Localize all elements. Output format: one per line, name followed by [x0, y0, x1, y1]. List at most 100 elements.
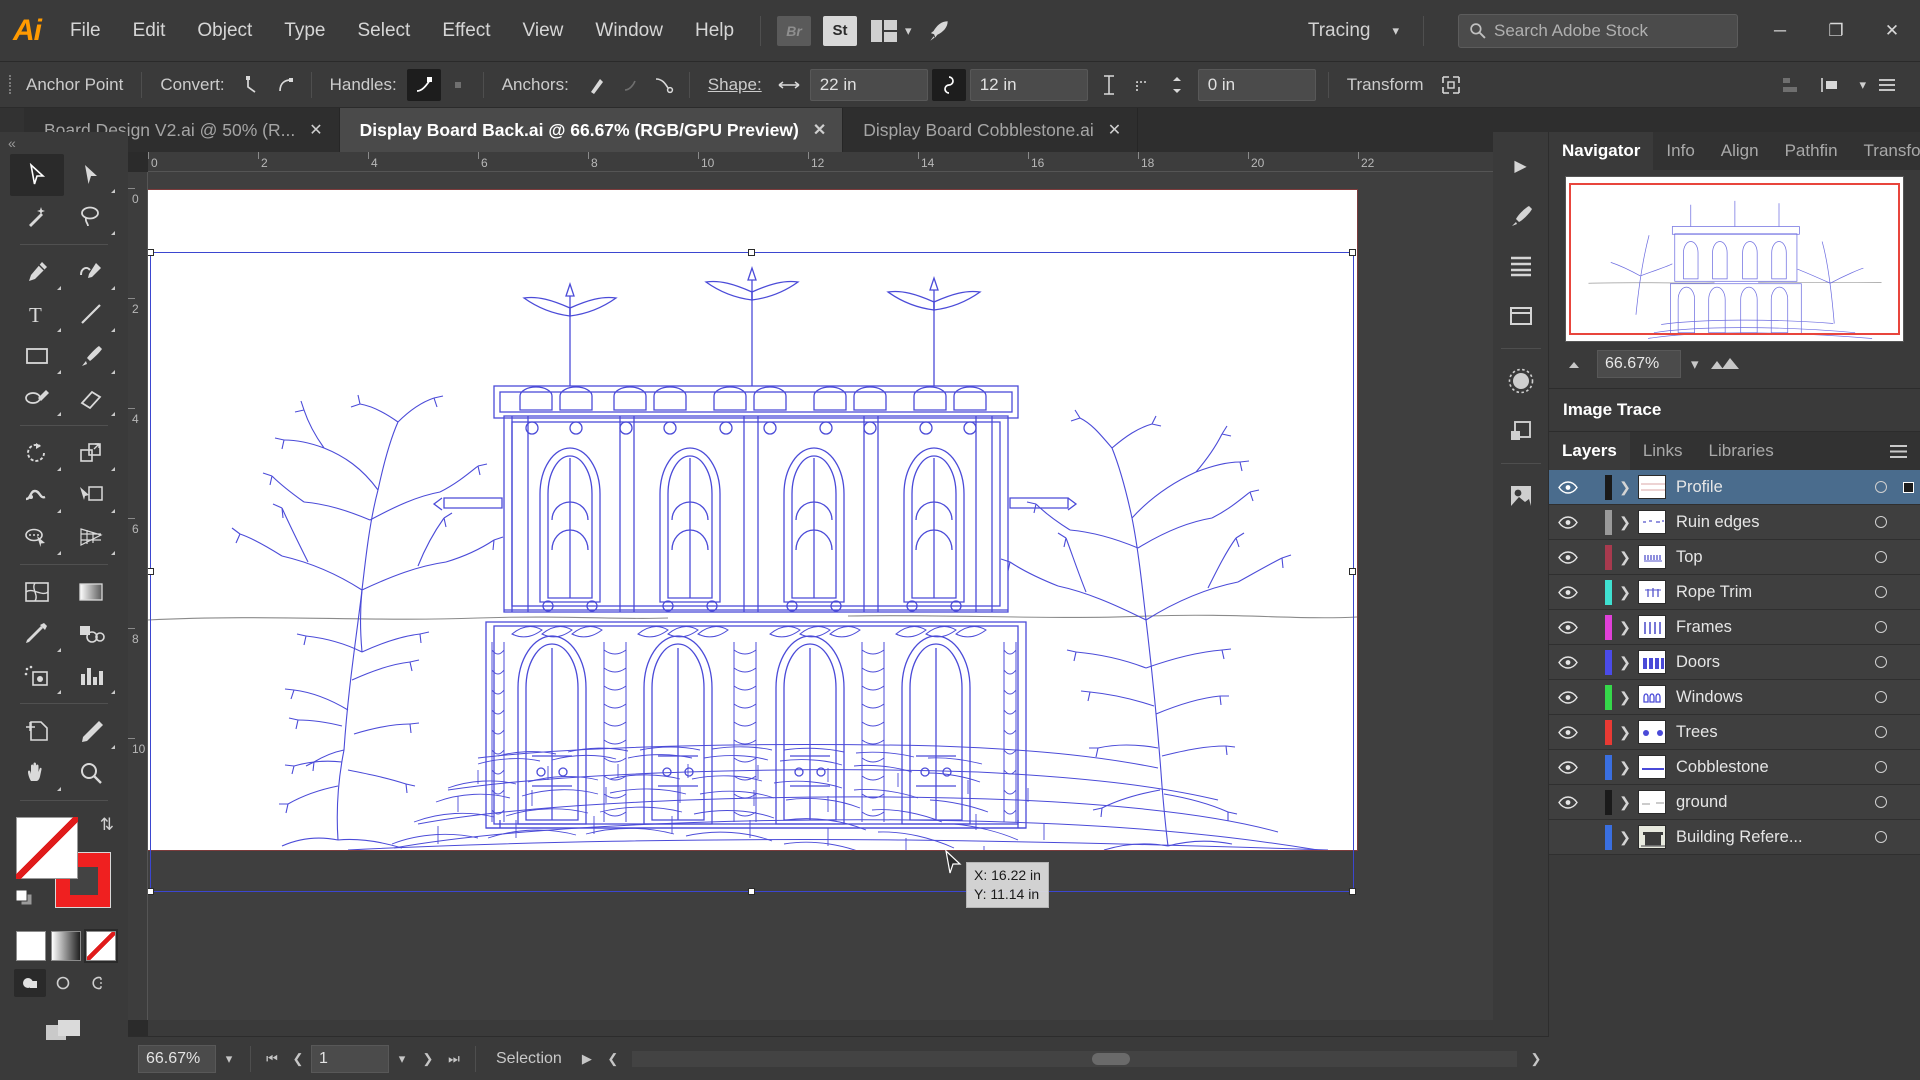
navigator-zoom-input[interactable]: 66.67% [1597, 350, 1681, 378]
close-icon[interactable]: ✕ [309, 120, 322, 140]
artboards-panel-icon[interactable] [1497, 292, 1545, 340]
magic-wand-tool[interactable] [10, 196, 64, 238]
stroke-panel-icon[interactable] [1497, 357, 1545, 405]
screen-mode-button[interactable] [0, 997, 128, 1049]
menu-edit[interactable]: Edit [117, 0, 182, 62]
vertical-ruler[interactable]: 0 2 4 6 8 10 [128, 172, 148, 1020]
line-segment-tool[interactable] [64, 293, 118, 335]
expand-chevron-icon[interactable]: ❯ [1612, 794, 1638, 811]
horizontal-ruler[interactable]: 0 2 4 6 8 10 12 14 16 18 20 22 [148, 152, 1533, 172]
artboard-dropdown-icon[interactable]: ▾ [389, 1045, 415, 1073]
rotate-tool[interactable] [10, 432, 64, 474]
selection-indicator[interactable] [1896, 481, 1920, 493]
artboard-number-input[interactable]: 1 [311, 1044, 389, 1073]
layer-name[interactable]: Doors [1676, 653, 1866, 672]
corner-stepper-icon[interactable] [1160, 69, 1194, 101]
workspace-switcher[interactable]: Tracing ▾ [1308, 15, 1442, 46]
stock-search-input[interactable]: Search Adobe Stock [1458, 13, 1738, 48]
expand-chevron-icon[interactable]: ❯ [1612, 584, 1638, 601]
lasso-tool[interactable] [64, 196, 118, 238]
zoom-out-icon[interactable] [1565, 357, 1587, 371]
pathfinder-panel-icon[interactable] [1497, 407, 1545, 455]
layer-row-ground[interactable]: ❯ ground [1549, 785, 1920, 820]
chevron-down-icon[interactable]: ▾ [1859, 77, 1866, 93]
layer-row-top[interactable]: ❯ Top [1549, 540, 1920, 575]
hide-handles-icon[interactable] [441, 69, 475, 101]
eye-icon[interactable] [1549, 655, 1587, 669]
symbols-panel-icon[interactable] [1497, 242, 1545, 290]
color-fill-button[interactable] [16, 931, 46, 961]
target-indicator[interactable] [1866, 796, 1896, 808]
selection-bounding-box[interactable] [150, 252, 1354, 892]
navigator-thumbnail[interactable] [1565, 176, 1904, 342]
tab-layers[interactable]: Layers [1549, 432, 1630, 470]
expand-chevron-icon[interactable]: ❯ [1612, 514, 1638, 531]
scrollbar-thumb[interactable] [1092, 1052, 1131, 1065]
hand-tool[interactable] [10, 752, 64, 794]
layer-row-windows[interactable]: ❯ Windows [1549, 680, 1920, 715]
arrange-documents-button[interactable]: ▾ [871, 19, 912, 42]
layer-name[interactable]: ground [1676, 793, 1866, 812]
draw-behind-icon[interactable] [48, 969, 80, 997]
eye-icon[interactable] [1549, 480, 1587, 494]
target-indicator[interactable] [1866, 551, 1896, 563]
eye-icon[interactable] [1549, 760, 1587, 774]
corner-radius-input[interactable]: 0 in [1197, 68, 1316, 101]
expand-chevron-icon[interactable]: ❯ [1612, 829, 1638, 846]
zoom-level-input[interactable]: 66.67% [138, 1044, 216, 1073]
menu-view[interactable]: View [507, 0, 580, 62]
menu-object[interactable]: Object [181, 0, 268, 62]
symbol-sprayer-tool[interactable] [10, 655, 64, 697]
scroll-left-button[interactable]: ❮ [600, 1045, 626, 1073]
swap-fill-stroke-icon[interactable]: ⇅ [100, 815, 114, 835]
last-artboard-button[interactable]: ⏭ [441, 1045, 467, 1073]
convert-to-smooth-icon[interactable] [269, 69, 303, 101]
layer-name[interactable]: Top [1676, 548, 1866, 567]
layer-name[interactable]: Rope Trim [1676, 583, 1866, 602]
selection-handle-tr[interactable] [1349, 249, 1356, 256]
stock-icon[interactable]: St [823, 15, 858, 46]
curvature-tool[interactable] [64, 251, 118, 293]
artboard-scroll-region[interactable]: X: 16.22 in Y: 11.14 in [148, 172, 1533, 1020]
distribute-icon[interactable] [1813, 69, 1847, 101]
artboard[interactable]: X: 16.22 in Y: 11.14 in [148, 190, 1357, 908]
zoom-dropdown-icon[interactable]: ▾ [216, 1045, 242, 1073]
zoom-in-icon[interactable] [1709, 356, 1743, 372]
first-artboard-button[interactable]: ⏮ [259, 1045, 285, 1073]
selection-handle-tc[interactable] [748, 249, 755, 256]
selection-handle-mr[interactable] [1349, 568, 1356, 575]
link-proportions-icon[interactable] [931, 68, 966, 101]
eye-icon[interactable] [1549, 550, 1587, 564]
corner-type-icon[interactable] [1126, 69, 1160, 101]
layer-row-cobblestone[interactable]: ❯ Cobblestone [1549, 750, 1920, 785]
layer-row-building-reference[interactable]: ❯ Building Refere... [1549, 820, 1920, 855]
layer-name[interactable]: Ruin edges [1676, 513, 1866, 532]
target-indicator[interactable] [1866, 481, 1896, 493]
gradient-fill-button[interactable] [51, 931, 81, 961]
close-icon[interactable]: ✕ [1108, 120, 1121, 140]
zoom-tool[interactable] [64, 752, 118, 794]
menu-window[interactable]: Window [579, 0, 679, 62]
shape-height-input[interactable]: 12 in [969, 68, 1088, 101]
eye-icon[interactable] [1549, 690, 1587, 704]
eye-icon[interactable] [1549, 585, 1587, 599]
rectangle-tool[interactable] [10, 335, 64, 377]
status-menu-icon[interactable]: ▶ [574, 1045, 600, 1073]
selection-handle-bc[interactable] [748, 888, 755, 895]
layer-row-trees[interactable]: ❯ Trees [1549, 715, 1920, 750]
eraser-tool[interactable] [64, 377, 118, 419]
scale-tool[interactable] [64, 432, 118, 474]
tab-align[interactable]: Align [1708, 132, 1772, 170]
close-icon[interactable]: ✕ [813, 120, 826, 140]
free-transform-tool[interactable] [64, 474, 118, 516]
selection-handle-tl[interactable] [148, 249, 154, 256]
previous-artboard-button[interactable]: ❮ [285, 1045, 311, 1073]
menu-type[interactable]: Type [268, 0, 341, 62]
transform-button[interactable]: Transform [1337, 75, 1434, 95]
gradient-tool[interactable] [64, 571, 118, 613]
layer-name[interactable]: Profile [1676, 478, 1866, 497]
target-indicator[interactable] [1866, 516, 1896, 528]
tab-libraries[interactable]: Libraries [1696, 432, 1787, 470]
eye-icon[interactable] [1549, 515, 1587, 529]
canvas-horizontal-scrollbar[interactable] [148, 1020, 1533, 1036]
